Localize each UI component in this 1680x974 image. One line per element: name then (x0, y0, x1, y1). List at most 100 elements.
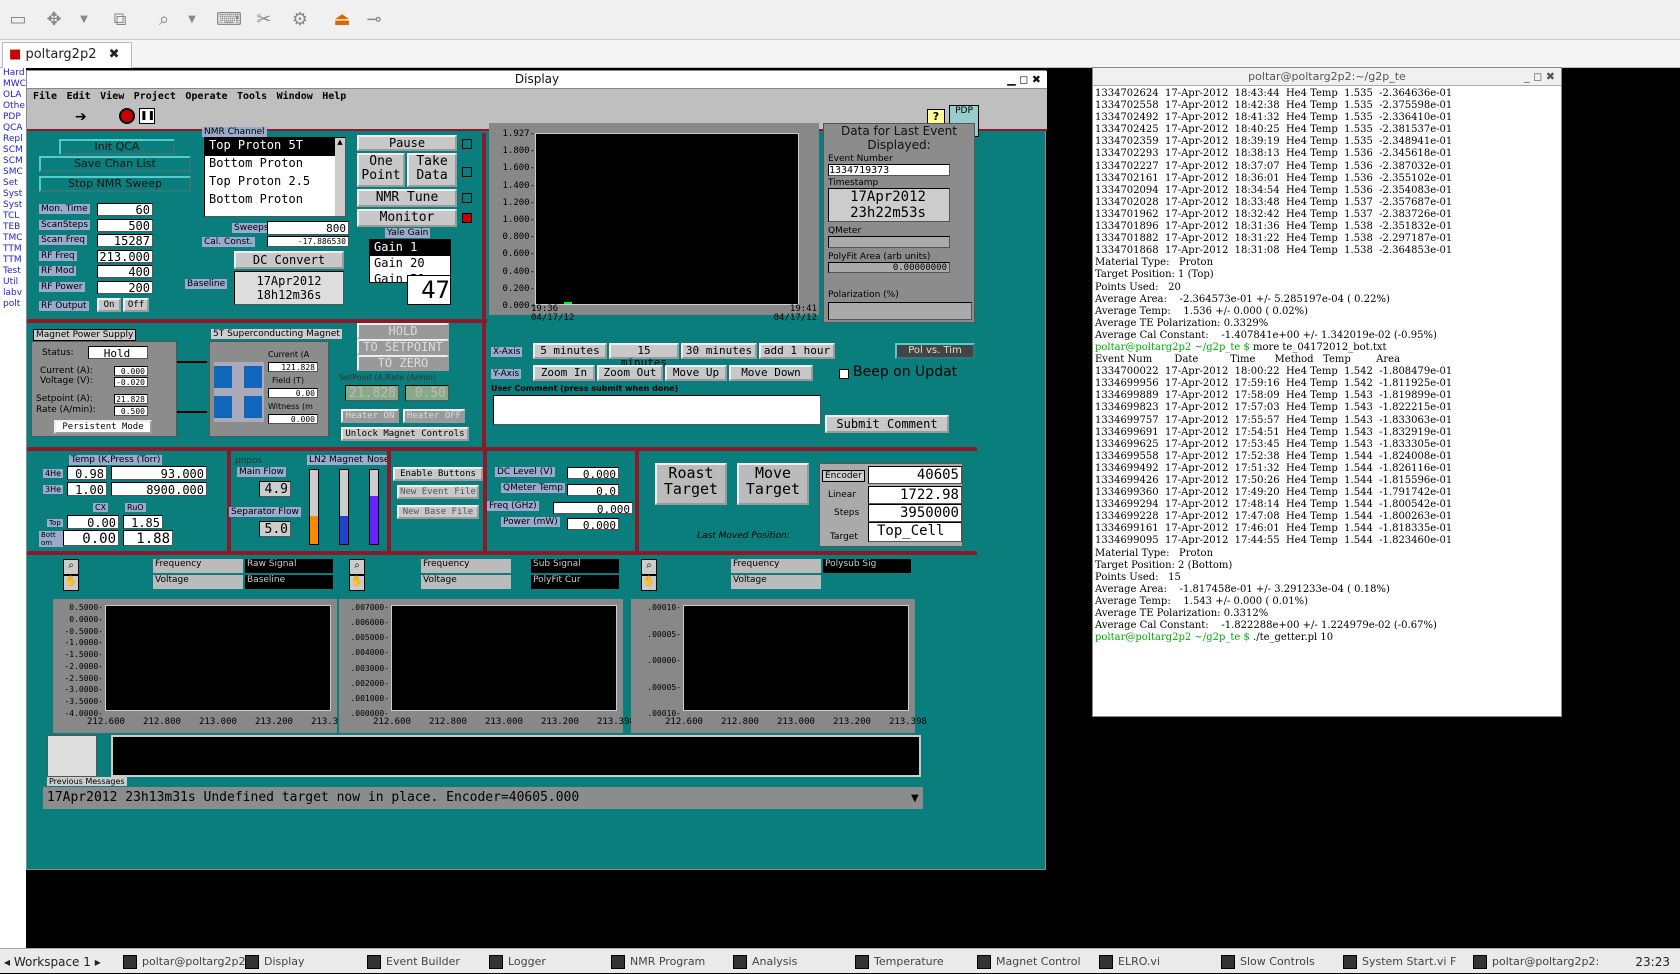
move-icon[interactable]: ✥ (42, 8, 66, 32)
dropdown-icon-2[interactable]: ▼ (180, 8, 204, 32)
channel-item-selected[interactable]: Top Proton 5T (205, 138, 345, 156)
y-axis-button[interactable]: Move Down (729, 365, 813, 381)
desktop-item[interactable]: labv (0, 288, 26, 299)
desktop-item[interactable]: polt (0, 299, 26, 310)
desktop-item[interactable]: Util (0, 277, 26, 288)
menu-tools[interactable]: Tools (237, 91, 267, 102)
taskbar-item[interactable]: poltar@poltarg2p2: (120, 952, 249, 972)
menu-view[interactable]: View (100, 91, 124, 102)
desktop-item[interactable]: SMC (0, 167, 26, 178)
desktop-item[interactable]: Othe (0, 101, 26, 112)
gain-item[interactable]: Gain 20 (370, 256, 450, 272)
mps-rate-field[interactable]: 0.500 (114, 406, 148, 416)
param-field[interactable]: 500 (97, 218, 153, 232)
zoom-icon[interactable]: ⌕ (63, 559, 79, 575)
dc-convert-button[interactable]: DC Convert (234, 251, 344, 269)
settings-icon[interactable]: ⚙ (288, 8, 312, 32)
sweeps-field[interactable]: 800 (267, 221, 349, 235)
persistent-mode-button[interactable]: Persistent Mode (54, 420, 152, 434)
x-axis-button[interactable]: add 1 hour (759, 343, 835, 359)
dropdown-icon[interactable]: ▼ (72, 8, 96, 32)
workspace-switcher[interactable]: ◂ Workspace 1 ▸ (4, 952, 101, 972)
y-axis-button[interactable]: Zoom Out (597, 365, 663, 381)
unlock-magnet-button[interactable]: Unlock Magnet Controls (341, 427, 469, 441)
param-field[interactable]: 15287 (97, 234, 153, 247)
connect-icon[interactable]: ⊸ (362, 8, 386, 32)
desktop-item[interactable]: PDP (0, 112, 26, 123)
desktop-item[interactable]: TTM (0, 255, 26, 266)
rf-off-button[interactable]: Off (123, 298, 149, 312)
nmr-channel-list[interactable]: Top Proton 5T Bottom Proton Top Proton 2… (204, 137, 346, 217)
pause-icon[interactable]: ❚❚ (139, 108, 155, 124)
save-chan-list-button[interactable]: Save Chan List (39, 156, 191, 172)
desktop-item[interactable]: TCL (0, 211, 26, 222)
desktop-item[interactable]: Repl (0, 134, 26, 145)
gain-item-selected[interactable]: Gain 1 (370, 240, 450, 256)
desktop-item[interactable]: QCA (0, 123, 26, 134)
zoom-icon[interactable]: ⌕ (349, 559, 365, 575)
taskbar-item[interactable]: Magnet Control (974, 952, 1092, 972)
x-axis-button[interactable]: 15 minutes (609, 343, 679, 369)
run-arrow-icon[interactable]: ➔ (75, 109, 87, 125)
to-zero-button[interactable]: TO ZERO (357, 355, 449, 371)
desktop-item[interactable]: Hard (0, 68, 26, 79)
taskbar-item[interactable]: System Start.vi F (1340, 952, 1466, 972)
window-icon[interactable]: ▭ (6, 8, 30, 32)
heater-off-button[interactable]: Heater OFF (403, 409, 465, 423)
init-qca-button[interactable]: Init QCA (59, 139, 175, 155)
tools-icon[interactable]: ✂ (252, 8, 276, 32)
taskbar-item[interactable]: Event Builder (364, 952, 482, 972)
desktop-item[interactable]: Test (0, 266, 26, 277)
enable-buttons-button[interactable]: Enable Buttons (393, 467, 483, 481)
hand-icon[interactable]: ✋ (63, 575, 79, 591)
nmr-tune-button[interactable]: NMR Tune (357, 189, 457, 207)
terminal-controls[interactable]: _ ◻ ✖ (1524, 68, 1555, 86)
to-setpoint-button[interactable]: TO SETPOINT (357, 339, 449, 355)
monitor-button[interactable]: Monitor (357, 209, 457, 227)
rf-on-button[interactable]: On (97, 298, 121, 312)
beep-checkbox[interactable] (839, 369, 849, 379)
move-target-button[interactable]: Move Target (737, 463, 809, 505)
window-controls[interactable]: ▁ ◻ ✖ (1007, 71, 1041, 88)
taskbar-item[interactable]: Display (242, 952, 360, 972)
menu-project[interactable]: Project (134, 91, 176, 102)
roast-target-button[interactable]: Roast Target (655, 463, 727, 505)
pause-button[interactable]: Pause (357, 135, 457, 151)
zoom-icon[interactable]: ⌕ (641, 559, 657, 575)
channel-item[interactable]: Bottom Proton (205, 192, 345, 210)
desktop-item[interactable]: TTM (0, 244, 26, 255)
tab-poltarg2p2[interactable]: ■ poltarg2p2 ✖ (2, 42, 132, 68)
taskbar-item[interactable]: poltar@poltarg2p2: (1470, 952, 1599, 972)
desktop-item[interactable]: OLA (0, 90, 26, 101)
menu-window[interactable]: Window (277, 91, 313, 102)
taskbar-item[interactable]: Slow Controls (1218, 952, 1336, 972)
channel-item[interactable]: Top Proton 2.5 (205, 174, 345, 192)
menu-file[interactable]: File (33, 91, 57, 102)
desktop-item[interactable]: SCM (0, 156, 26, 167)
menu-operate[interactable]: Operate (185, 91, 227, 102)
param-field[interactable]: 60 (97, 203, 153, 216)
menu-edit[interactable]: Edit (67, 91, 91, 102)
channel-scrollbar[interactable]: ▲ (335, 138, 345, 216)
y-axis-button[interactable]: Zoom In (533, 365, 595, 381)
copy-icon[interactable]: ⧉ (108, 8, 132, 32)
keyboard-icon[interactable]: ⌨ (216, 8, 242, 32)
zoom-icon[interactable]: ⌕ (152, 8, 176, 32)
menu-help[interactable]: Help (322, 91, 346, 102)
new-event-file-button[interactable]: New Event File (397, 485, 479, 499)
taskbar-item[interactable]: Logger (486, 952, 604, 972)
hold-button[interactable]: HOLD (357, 323, 449, 339)
mps-setpoint-field[interactable]: 21.828 (114, 394, 148, 404)
desktop-item[interactable]: MWC (0, 79, 26, 90)
x-axis-button[interactable]: 30 minutes (681, 343, 757, 359)
channel-item[interactable]: Bottom Proton (205, 156, 345, 174)
desktop-item[interactable]: Syst (0, 200, 26, 211)
record-icon[interactable] (119, 108, 135, 124)
submit-comment-button[interactable]: Submit Comment (825, 415, 949, 433)
take-data-button[interactable]: Take Data (407, 153, 457, 187)
taskbar-item[interactable]: Analysis (730, 952, 848, 972)
desktop-item[interactable]: Syst (0, 189, 26, 200)
power-icon[interactable]: ⏏ (330, 8, 354, 32)
stop-nmr-sweep-button[interactable]: Stop NMR Sweep (39, 176, 191, 192)
hand-icon[interactable]: ✋ (641, 575, 657, 591)
